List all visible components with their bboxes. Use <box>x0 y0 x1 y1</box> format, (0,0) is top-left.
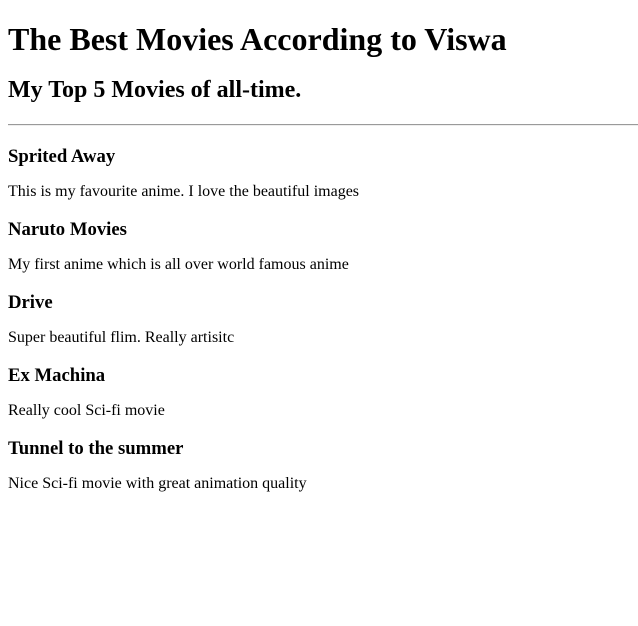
movie-title: Tunnel to the summer <box>8 438 184 460</box>
page-title: The Best Movies According to Viswa <box>8 21 507 57</box>
page-content: The Best Movies According to Viswa My To… <box>0 21 638 493</box>
movie-item: Tunnel to the summer Nice Sci-fi movie w… <box>8 438 630 493</box>
movie-description: My first anime which is all over world f… <box>8 255 349 273</box>
movie-item: Drive Super beautiful flim. Really artis… <box>8 292 630 347</box>
movie-title: Sprited Away <box>8 146 116 168</box>
movie-description: This is my favourite anime. I love the b… <box>8 182 360 200</box>
movie-title: Drive <box>8 292 53 314</box>
page-subtitle: My Top 5 Movies of all-time. <box>8 76 302 103</box>
movie-title: Ex Machina <box>8 365 106 387</box>
movie-description: Super beautiful flim. Really artisitc <box>8 328 235 346</box>
movie-item: Sprited Away This is my favourite anime.… <box>8 146 630 201</box>
movie-list: Sprited Away This is my favourite anime.… <box>8 146 630 493</box>
divider <box>8 124 638 127</box>
movie-item: Naruto Movies My first anime which is al… <box>8 219 630 274</box>
movie-title: Naruto Movies <box>8 219 127 241</box>
movie-description: Really cool Sci-fi movie <box>8 401 165 419</box>
movie-description: Nice Sci-fi movie with great animation q… <box>8 474 307 492</box>
movie-item: Ex Machina Really cool Sci-fi movie <box>8 365 630 420</box>
